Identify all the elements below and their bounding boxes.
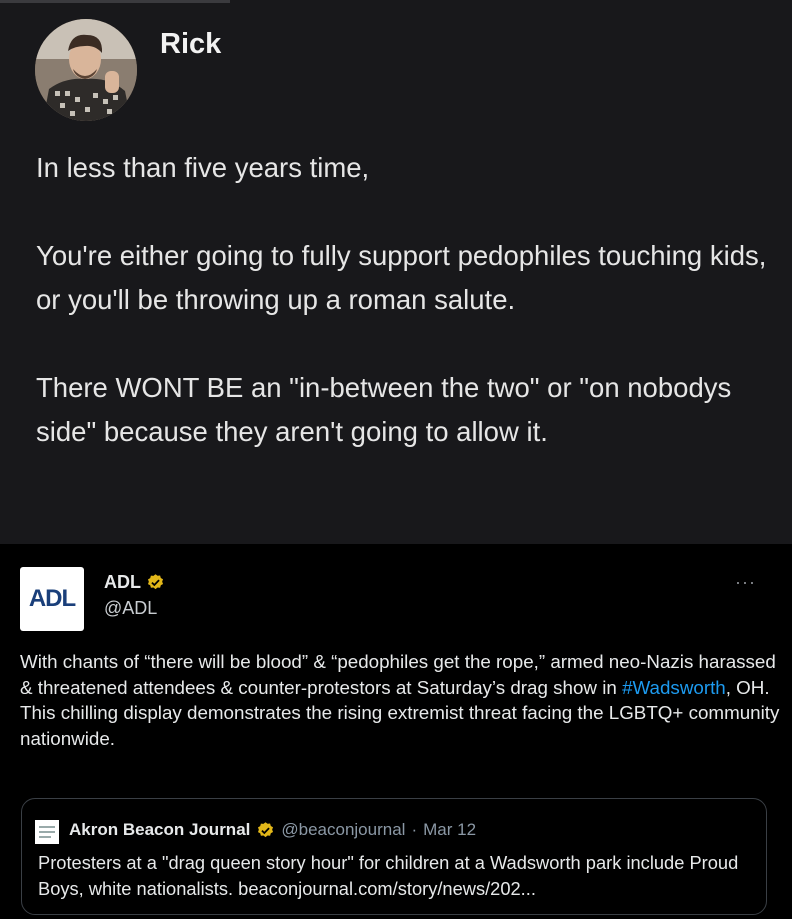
quote-author-handle[interactable]: @beaconjournal — [281, 820, 405, 840]
post-rick: Rick In less than five years time, You'r… — [0, 0, 792, 544]
author-name[interactable]: ADL — [104, 572, 141, 593]
post-paragraph: There WONT BE an "in-between the two" or… — [36, 372, 732, 447]
post-text: With chants of “there will be blood” & “… — [20, 649, 780, 751]
hashtag-link[interactable]: #Wadsworth — [622, 677, 726, 698]
separator: · — [411, 820, 418, 839]
quoted-post[interactable]: Akron Beacon Journal @beaconjournal · Ma… — [21, 798, 767, 915]
avatar[interactable] — [35, 19, 137, 121]
post-adl: ADL ADL @ADL ··· With chants of “there w… — [0, 544, 792, 919]
quote-header: Akron Beacon Journal @beaconjournal · Ma… — [69, 820, 476, 840]
post-paragraph: In less than five years time, — [36, 152, 370, 183]
author-row: ADL — [104, 572, 165, 593]
author-handle[interactable]: @ADL — [104, 598, 157, 619]
verified-badge-icon — [258, 821, 274, 837]
avatar-photo-icon — [35, 19, 137, 121]
post-text: In less than five years time, You're eit… — [36, 146, 776, 454]
author-name[interactable]: Rick — [160, 28, 221, 61]
quote-date[interactable]: Mar 12 — [423, 820, 476, 840]
verified-badge-icon — [147, 574, 164, 590]
avatar — [35, 820, 59, 844]
more-options-icon[interactable]: ··· — [735, 572, 756, 593]
post-paragraph: You're either going to fully support ped… — [36, 240, 767, 315]
divider — [0, 0, 230, 3]
quote-text: Protesters at a "drag queen story hour" … — [38, 852, 739, 899]
quote-author-name[interactable]: Akron Beacon Journal — [69, 820, 250, 840]
adl-logo-icon: ADL — [28, 585, 76, 612]
avatar[interactable]: ADL — [20, 567, 84, 631]
newspaper-logo-icon — [35, 820, 59, 844]
